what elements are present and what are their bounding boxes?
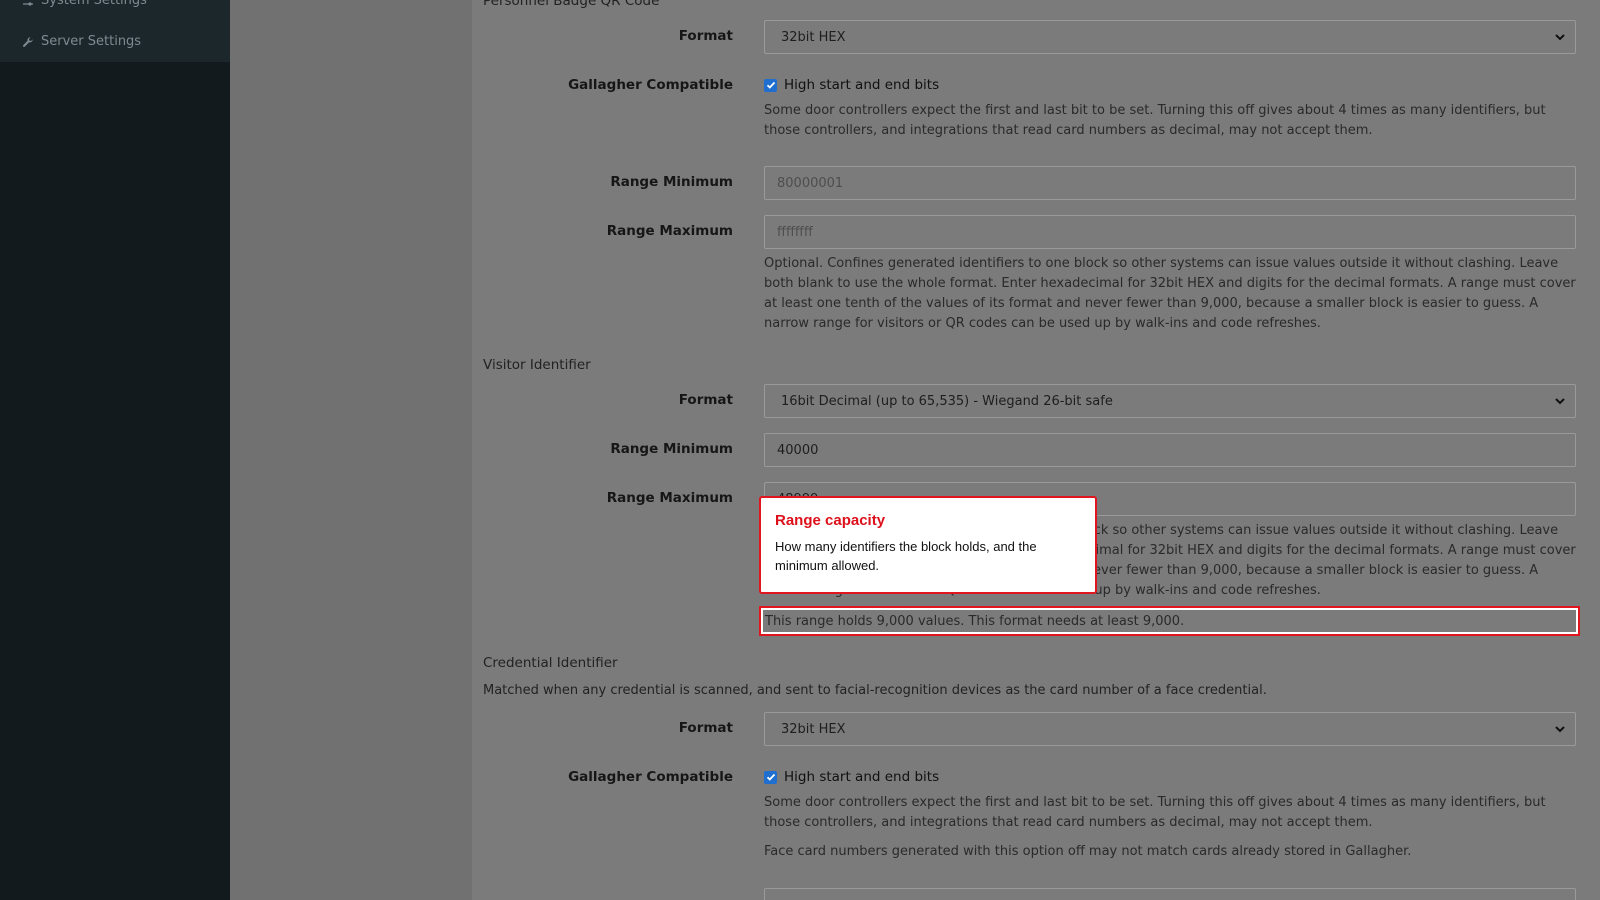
format-label: Format [678,392,733,408]
sidebar-item-label: System Settings [41,0,147,8]
sidebar-item-system-settings[interactable]: System Settings [0,0,230,21]
annotation-callout: Range capacity How many identifiers the … [759,496,1097,594]
sidebar-item-server-settings[interactable]: Server Settings [0,21,230,62]
check-icon [766,81,775,89]
section-title-credential: Credential Identifier [483,655,618,671]
section-title-visitor: Visitor Identifier [483,357,591,373]
section-title-personnel-qr: Personnel Badge QR Code [483,0,660,9]
checkbox-checked[interactable] [764,78,777,92]
range-help-text: Optional. Confines generated identifiers… [764,256,1576,331]
range-capacity-text: This range holds 9,000 values. This form… [759,606,1580,636]
gallagher-checkbox-row[interactable]: High start and end bits [764,769,939,785]
check-icon [766,773,775,781]
checkbox-label: High start and end bits [784,77,940,93]
format-label: Format [678,28,733,44]
credential-description: Matched when any credential is scanned, … [483,683,1267,698]
format-label: Format [678,720,733,736]
gallagher-compatible-label: Gallagher Compatible [568,769,733,785]
sidebar-item-label: Server Settings [41,34,142,49]
range-minimum-label: Range Minimum [610,174,733,190]
page-gutter [230,0,472,900]
credential-next-input[interactable] [764,888,1576,900]
visitor-format-select[interactable]: 16bit Decimal (up to 65,535) - Wiegand 2… [764,384,1576,418]
personnel-qr-format-select[interactable]: 32bit HEX [764,20,1576,54]
gallagher-note-text: Face card numbers generated with this op… [764,844,1412,859]
range-maximum-label: Range Maximum [606,490,733,506]
range-maximum-label: Range Maximum [606,223,733,239]
wrench-icon [22,36,34,48]
chevron-down-icon [1555,34,1565,41]
select-value: 16bit Decimal (up to 65,535) - Wiegand 2… [781,393,1113,409]
checkbox-label: High start and end bits [784,769,940,785]
callout-title: Range capacity [775,512,886,529]
gallagher-help-text: Some door controllers expect the first a… [764,795,1546,830]
sidebar: System Settings Server Settings [0,0,230,900]
input-value: 40000 [777,442,819,458]
input-placeholder: ffffffff [777,224,813,240]
capacity-message: This range holds 9,000 values. This form… [765,613,1185,629]
gallagher-compatible-label: Gallagher Compatible [568,77,733,93]
range-minimum-label: Range Minimum [610,441,733,457]
personnel-qr-range-min-input[interactable]: 80000001 [764,166,1576,200]
gallagher-help-text: Some door controllers expect the first a… [764,103,1546,138]
gallagher-checkbox-row[interactable]: High start and end bits [764,77,939,93]
sliders-icon [22,0,34,7]
select-value: 32bit HEX [781,29,846,45]
chevron-down-icon [1555,398,1565,405]
checkbox-checked[interactable] [764,770,777,784]
callout-body: How many identifiers the block holds, an… [775,539,1037,573]
personnel-qr-range-max-input[interactable]: ffffffff [764,215,1576,249]
chevron-down-icon [1555,726,1565,733]
input-placeholder: 80000001 [777,175,844,191]
select-value: 32bit HEX [781,721,846,737]
credential-format-select[interactable]: 32bit HEX [764,712,1576,746]
visitor-range-min-input[interactable]: 40000 [764,433,1576,467]
